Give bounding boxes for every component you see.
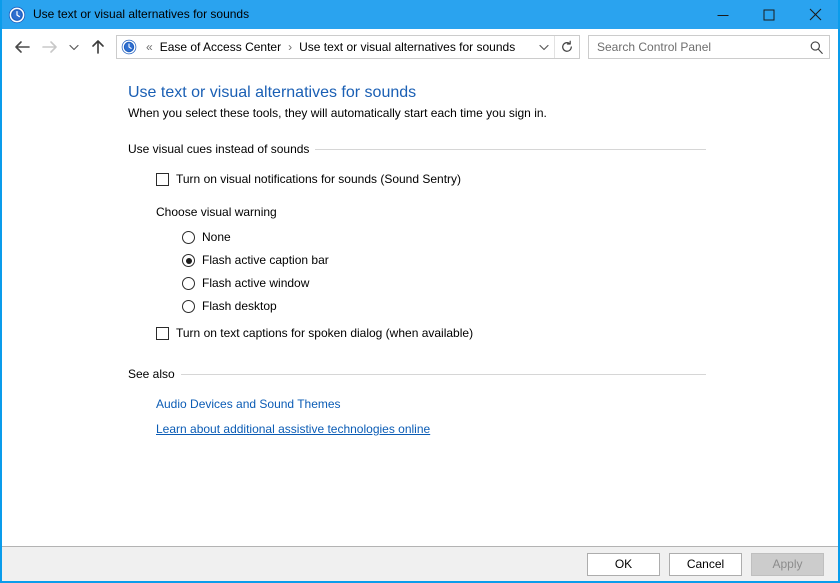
forward-button[interactable]: [36, 33, 64, 61]
radio-label-none: None: [202, 230, 231, 244]
window-controls: [700, 0, 838, 29]
radio-row-flash-desktop[interactable]: Flash desktop: [182, 299, 838, 314]
link-row-assistive-technologies: Learn about additional assistive technol…: [156, 422, 838, 447]
checkbox-label-text-captions: Turn on text captions for spoken dialog …: [176, 326, 474, 340]
section-header-label: Use visual cues instead of sounds: [128, 142, 310, 156]
section-header-rule: [315, 148, 706, 150]
checkbox-row-sound-sentry[interactable]: Turn on visual notifications for sounds …: [156, 172, 838, 187]
back-button[interactable]: [8, 33, 36, 61]
radio-label-flash-active-caption-bar: Flash active caption bar: [202, 253, 329, 267]
radio-label-flash-active-window: Flash active window: [202, 276, 310, 290]
radio-row-flash-active-caption-bar[interactable]: Flash active caption bar: [182, 253, 838, 268]
search-input[interactable]: [589, 37, 803, 57]
up-arrow-icon: [92, 40, 104, 54]
radio-flash-desktop[interactable]: [182, 300, 195, 313]
recent-locations-button[interactable]: [64, 33, 84, 61]
radio-flash-active-window[interactable]: [182, 277, 195, 290]
search-button[interactable]: [803, 36, 829, 58]
link-learn-about-assistive-technologies[interactable]: Learn about additional assistive technol…: [156, 422, 430, 437]
checkbox-label-sound-sentry: Turn on visual notifications for sounds …: [176, 172, 462, 186]
breadcrumb-item-ease-of-access-center[interactable]: Ease of Access Center: [158, 40, 283, 54]
maximize-icon: [763, 9, 775, 20]
ok-button[interactable]: OK: [587, 552, 660, 576]
see-also-links: Audio Devices and Sound Themes Learn abo…: [156, 397, 838, 447]
radio-row-flash-active-window[interactable]: Flash active window: [182, 276, 838, 291]
radio-none[interactable]: [182, 231, 195, 244]
checkbox-sound-sentry[interactable]: [156, 173, 169, 186]
section-header-visual-cues: Use visual cues instead of sounds: [128, 142, 706, 156]
ease-of-access-icon: [121, 39, 137, 55]
radio-group-label-visual-warning: Choose visual warning: [156, 205, 277, 219]
control-panel-window: Use text or visual alternatives for soun…: [0, 0, 840, 583]
close-icon: [809, 8, 821, 21]
minimize-icon: [717, 14, 729, 16]
window-title: Use text or visual alternatives for soun…: [33, 7, 250, 21]
section-header-see-also: See also: [128, 367, 706, 381]
search-box[interactable]: [588, 35, 830, 59]
page-title: Use text or visual alternatives for soun…: [128, 84, 417, 101]
address-bar[interactable]: « Ease of Access Center › Use text or vi…: [116, 35, 580, 59]
apply-button[interactable]: Apply: [751, 552, 824, 576]
checkbox-row-text-captions[interactable]: Turn on text captions for spoken dialog …: [156, 326, 838, 341]
breadcrumb-separator: ›: [288, 40, 293, 54]
radio-group-visual-warning: None Flash active caption bar Flash acti…: [182, 230, 838, 314]
title-bar: Use text or visual alternatives for soun…: [2, 0, 838, 29]
cancel-button[interactable]: Cancel: [669, 552, 742, 576]
link-audio-devices-and-sound-themes[interactable]: Audio Devices and Sound Themes: [156, 397, 341, 412]
address-dropdown-button[interactable]: [534, 36, 554, 58]
section-header-rule: [180, 373, 706, 375]
radio-label-flash-desktop: Flash desktop: [202, 299, 277, 313]
dialog-footer: OK Cancel Apply: [2, 546, 838, 581]
radio-row-none[interactable]: None: [182, 230, 838, 245]
up-button[interactable]: [84, 33, 112, 61]
navigation-toolbar: « Ease of Access Center › Use text or vi…: [2, 29, 838, 65]
page-subtitle: When you select these tools, they will a…: [128, 106, 547, 120]
back-arrow-icon: [15, 41, 30, 53]
refresh-icon: [562, 40, 572, 52]
minimize-button[interactable]: [700, 0, 746, 29]
refresh-button[interactable]: [554, 36, 579, 58]
forward-arrow-icon: [42, 41, 57, 53]
breadcrumb-item-current-page[interactable]: Use text or visual alternatives for soun…: [297, 40, 517, 54]
search-icon: [810, 40, 823, 54]
ease-of-access-icon: [8, 6, 26, 23]
chevron-down-icon: [539, 44, 549, 51]
breadcrumb-overflow[interactable]: «: [141, 40, 158, 54]
checkbox-text-captions[interactable]: [156, 327, 169, 340]
section-header-label: See also: [128, 367, 175, 381]
radio-flash-active-caption-bar[interactable]: [182, 254, 195, 267]
maximize-button[interactable]: [746, 0, 792, 29]
link-row-audio-devices: Audio Devices and Sound Themes: [156, 397, 838, 422]
chevron-down-icon: [69, 44, 79, 51]
content-area: Use text or visual alternatives for soun…: [2, 65, 838, 546]
close-button[interactable]: [792, 0, 838, 29]
